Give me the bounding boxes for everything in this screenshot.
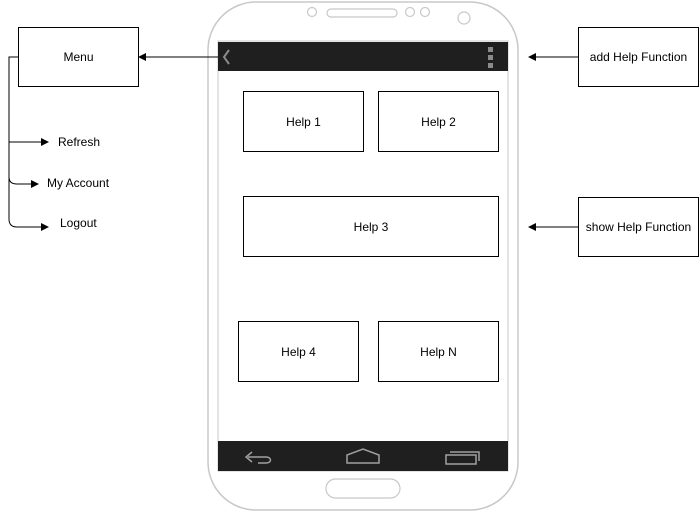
sensor-1 [404, 6, 416, 18]
add-help-function-box: add Help Function [578, 27, 699, 87]
nav-bar [218, 441, 508, 471]
sensor-2 [419, 6, 431, 18]
help-tile-3[interactable]: Help 3 [243, 196, 499, 257]
my-account-connector [8, 176, 39, 188]
menu-item-logout[interactable]: Logout [60, 216, 97, 230]
overflow-menu-icon[interactable] [488, 47, 493, 68]
show-help-function-box: show Help Function [578, 197, 699, 257]
menu-box[interactable]: Menu [18, 27, 139, 87]
help-tile-1[interactable]: Help 1 [243, 91, 364, 152]
front-camera [306, 6, 318, 18]
help-tile-n[interactable]: Help N [378, 321, 499, 382]
help-tile-4[interactable]: Help 4 [238, 321, 359, 382]
help-tile-2[interactable]: Help 2 [378, 91, 499, 152]
diagram-canvas: Menu Refresh My Account Logout Help 1 He… [0, 0, 700, 513]
menu-item-my-account[interactable]: My Account [47, 176, 109, 190]
speaker-grille [326, 8, 398, 18]
home-hardware-button[interactable] [325, 478, 401, 499]
menu-item-refresh[interactable]: Refresh [58, 135, 100, 149]
action-bar [218, 42, 508, 71]
sensor-3 [457, 11, 471, 25]
